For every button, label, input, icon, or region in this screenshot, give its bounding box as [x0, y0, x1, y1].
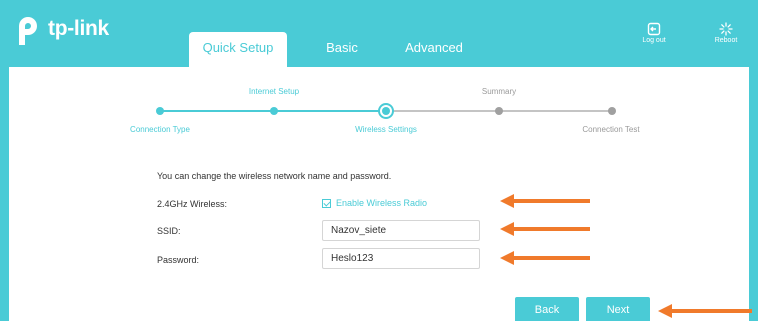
step-dot-internet-setup: [270, 107, 278, 115]
checkbox-checked-icon: [322, 198, 331, 208]
form-intro-text: You can change the wireless network name…: [157, 171, 392, 181]
password-label: Password:: [157, 255, 200, 265]
step-dot-connection-test: [608, 107, 616, 115]
reboot-button[interactable]: Reboot: [706, 22, 746, 44]
step-label-wireless-settings: Wireless Settings: [355, 125, 417, 134]
ssid-input[interactable]: Nazov_siete: [322, 220, 480, 241]
logout-icon: [647, 22, 661, 36]
step-label-connection-test: Connection Test: [582, 125, 640, 134]
tab-quick-setup[interactable]: Quick Setup: [189, 32, 287, 67]
frame-left: [0, 67, 9, 321]
wireless-label: 2.4GHz Wireless:: [157, 199, 228, 209]
step-label-internet-setup: Internet Setup: [248, 87, 300, 96]
step-label-connection-type: Connection Type: [130, 125, 190, 134]
tp-link-logo: tp-link: [10, 9, 109, 49]
annotation-arrow-wireless: [500, 194, 590, 208]
frame-right: [749, 67, 758, 321]
step-label-summary: Summary: [481, 87, 517, 96]
tp-link-logo-icon: [19, 17, 37, 45]
next-button[interactable]: Next: [586, 297, 650, 321]
step-dot-summary: [495, 107, 503, 115]
annotation-arrow-password: [500, 251, 590, 265]
back-button[interactable]: Back: [515, 297, 579, 321]
logout-label: Log out: [642, 37, 666, 44]
enable-wireless-radio-checkbox[interactable]: Enable Wireless Radio: [322, 198, 427, 208]
reboot-icon: [719, 22, 733, 36]
step-dot-connection-type: [156, 107, 164, 115]
step-dot-wireless-settings: [378, 103, 394, 119]
ssid-label: SSID:: [157, 226, 181, 236]
logout-button[interactable]: Log out: [634, 22, 674, 44]
annotation-arrow-ssid: [500, 222, 590, 236]
password-input[interactable]: Heslo123: [322, 248, 480, 269]
enable-wireless-radio-label: Enable Wireless Radio: [336, 198, 428, 208]
top-header: tp-link Quick Setup Basic Advanced Log o…: [0, 0, 758, 67]
logo-text: tp-link: [48, 17, 109, 40]
annotation-arrow-next: [658, 304, 752, 318]
tab-advanced[interactable]: Advanced: [392, 32, 476, 63]
tab-basic[interactable]: Basic: [312, 32, 372, 63]
reboot-label: Reboot: [714, 37, 738, 44]
